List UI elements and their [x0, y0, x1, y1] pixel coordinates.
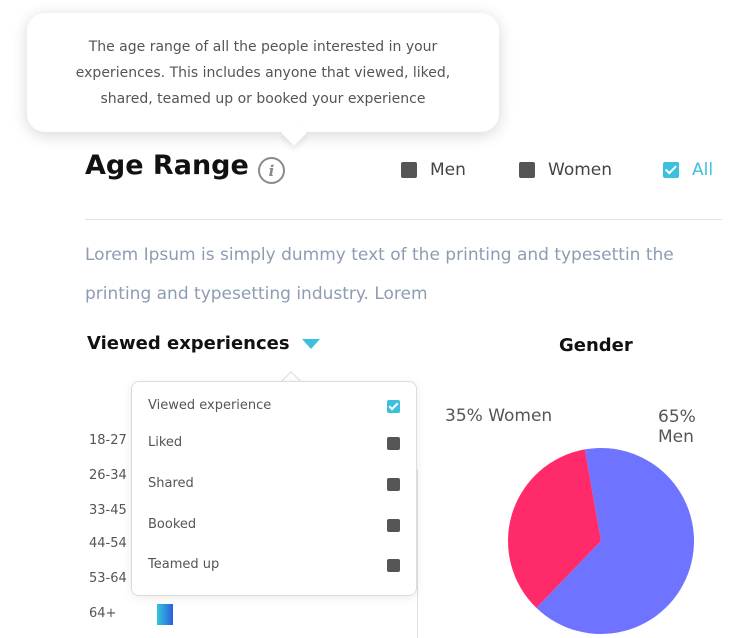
menu-item-viewed[interactable]: Viewed experience	[132, 392, 418, 422]
info-tooltip: The age range of all the people interest…	[27, 13, 499, 146]
caret-down-icon[interactable]	[301, 338, 320, 349]
age-range-page: The age range of all the people interest…	[0, 0, 737, 638]
divider	[85, 219, 722, 220]
metric-dropdown[interactable]: Viewed experiences	[87, 333, 320, 354]
menu-item-checkbox[interactable]	[387, 437, 400, 450]
filter-women-checkbox[interactable]	[519, 162, 535, 178]
menu-item-checkbox[interactable]	[387, 559, 400, 572]
age-bar-64-plus	[157, 604, 173, 625]
filter-men-checkbox[interactable]	[401, 162, 417, 178]
age-label-26-34: 26-34	[89, 468, 127, 483]
gender-pie-chart	[508, 448, 694, 634]
pie-label-women: 35% Women	[445, 406, 553, 426]
age-label-64-plus: 64+	[89, 606, 117, 621]
menu-item-booked[interactable]: Booked	[132, 511, 418, 541]
age-label-18-27: 18-27	[89, 433, 127, 448]
age-label-44-54: 44-54	[89, 536, 127, 551]
tooltip-arrow	[281, 120, 307, 146]
info-icon[interactable]: i	[258, 157, 285, 184]
menu-item-shared[interactable]: Shared	[132, 470, 418, 500]
page-title: Age Range	[85, 150, 249, 181]
age-label-53-64: 53-64	[89, 571, 127, 586]
menu-item-label: Liked	[148, 435, 183, 450]
menu-item-checkbox[interactable]	[387, 478, 400, 491]
filter-men[interactable]: Men	[401, 160, 466, 180]
menu-item-label: Viewed experience	[148, 398, 272, 413]
filter-all-checkbox[interactable]	[663, 162, 679, 178]
menu-item-checkbox[interactable]	[387, 519, 400, 532]
menu-item-liked[interactable]: Liked	[132, 429, 418, 459]
filter-women-label: Women	[548, 160, 613, 180]
filter-all-label: All	[692, 160, 714, 180]
gender-title: Gender	[559, 335, 633, 356]
metric-dropdown-label: Viewed experiences	[87, 333, 290, 354]
menu-item-label: Shared	[148, 476, 194, 491]
metric-dropdown-menu: Viewed experience Liked Shared Booked Te…	[131, 381, 417, 596]
filter-men-label: Men	[430, 160, 466, 180]
tooltip-text: The age range of all the people interest…	[75, 38, 451, 107]
age-label-33-45: 33-45	[89, 503, 127, 518]
filter-all[interactable]: All	[663, 160, 713, 180]
menu-item-label: Booked	[148, 517, 197, 532]
menu-item-teamed-up[interactable]: Teamed up	[132, 551, 418, 581]
menu-item-checkbox[interactable]	[387, 400, 400, 413]
description-text: Lorem Ipsum is simply dummy text of the …	[85, 245, 674, 304]
menu-item-label: Teamed up	[148, 557, 220, 572]
filter-women[interactable]: Women	[519, 160, 612, 180]
pie-label-men: 65% Men	[658, 407, 696, 447]
